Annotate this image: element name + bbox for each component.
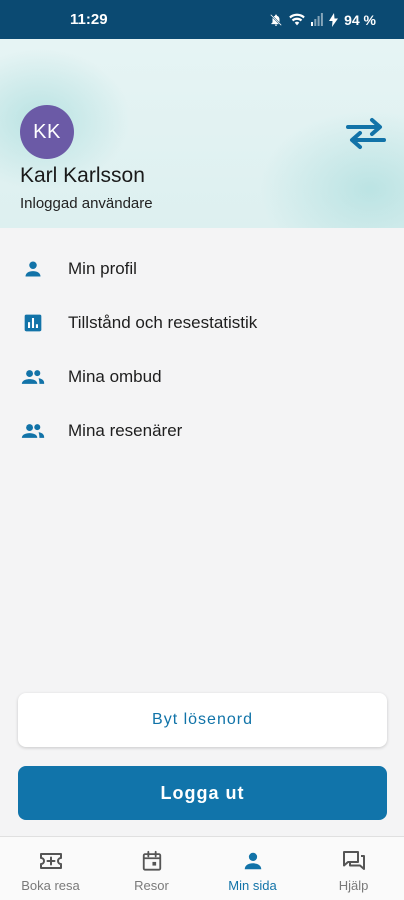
menu-item-label: Min profil [68,259,137,278]
menu-item-label: Mina resenärer [68,421,183,440]
swap-arrows-icon[interactable] [344,115,388,151]
bell-off-icon [269,13,283,27]
people-icon [20,364,46,390]
profile-menu: Min profil Tillstånd och resestatistik M… [0,242,404,458]
logout-button[interactable]: Logga ut [18,766,387,820]
signal-icon [311,13,323,26]
nav-label: Hjälp [338,878,369,893]
menu-item-mina-ombud[interactable]: Mina ombud [0,350,404,404]
menu-item-min-profil[interactable]: Min profil [0,242,404,296]
profile-header: KK Karl Karlsson Inloggad användare [0,39,404,228]
nav-item-resor[interactable]: Resor [101,837,202,900]
chat-icon [342,849,366,873]
calendar-icon [141,849,163,873]
status-icons: 94 % [269,12,376,28]
menu-item-mina-resenarer[interactable]: Mina resenärer [0,404,404,458]
person-icon [20,256,46,282]
status-bar: 11:29 94 % [0,0,404,39]
nav-label: Boka resa [21,878,80,893]
nav-label: Min sida [228,878,277,893]
battery-level: 94 % [344,11,376,28]
change-password-button[interactable]: Byt lösenord [18,693,387,747]
person-icon [242,849,264,873]
wifi-icon [289,13,305,26]
nav-item-boka-resa[interactable]: Boka resa [0,837,101,900]
avatar: KK [20,105,74,159]
bottom-nav: Boka resa Resor Min sida Hjälp [0,836,404,900]
ticket-add-icon [39,849,63,873]
status-time: 11:29 [70,11,108,28]
nav-item-hjalp[interactable]: Hjälp [303,837,404,900]
menu-item-label: Mina ombud [68,367,162,386]
nav-item-min-sida[interactable]: Min sida [202,837,303,900]
menu-item-tillstand[interactable]: Tillstånd och resestatistik [0,296,404,350]
battery-charging-icon [329,12,339,27]
nav-label: Resor [134,878,169,893]
menu-item-label: Tillstånd och resestatistik [68,313,258,332]
people-icon [20,418,46,444]
bar-chart-icon [20,310,46,336]
user-role: Inloggad användare [20,195,153,212]
user-name: Karl Karlsson [20,164,145,187]
